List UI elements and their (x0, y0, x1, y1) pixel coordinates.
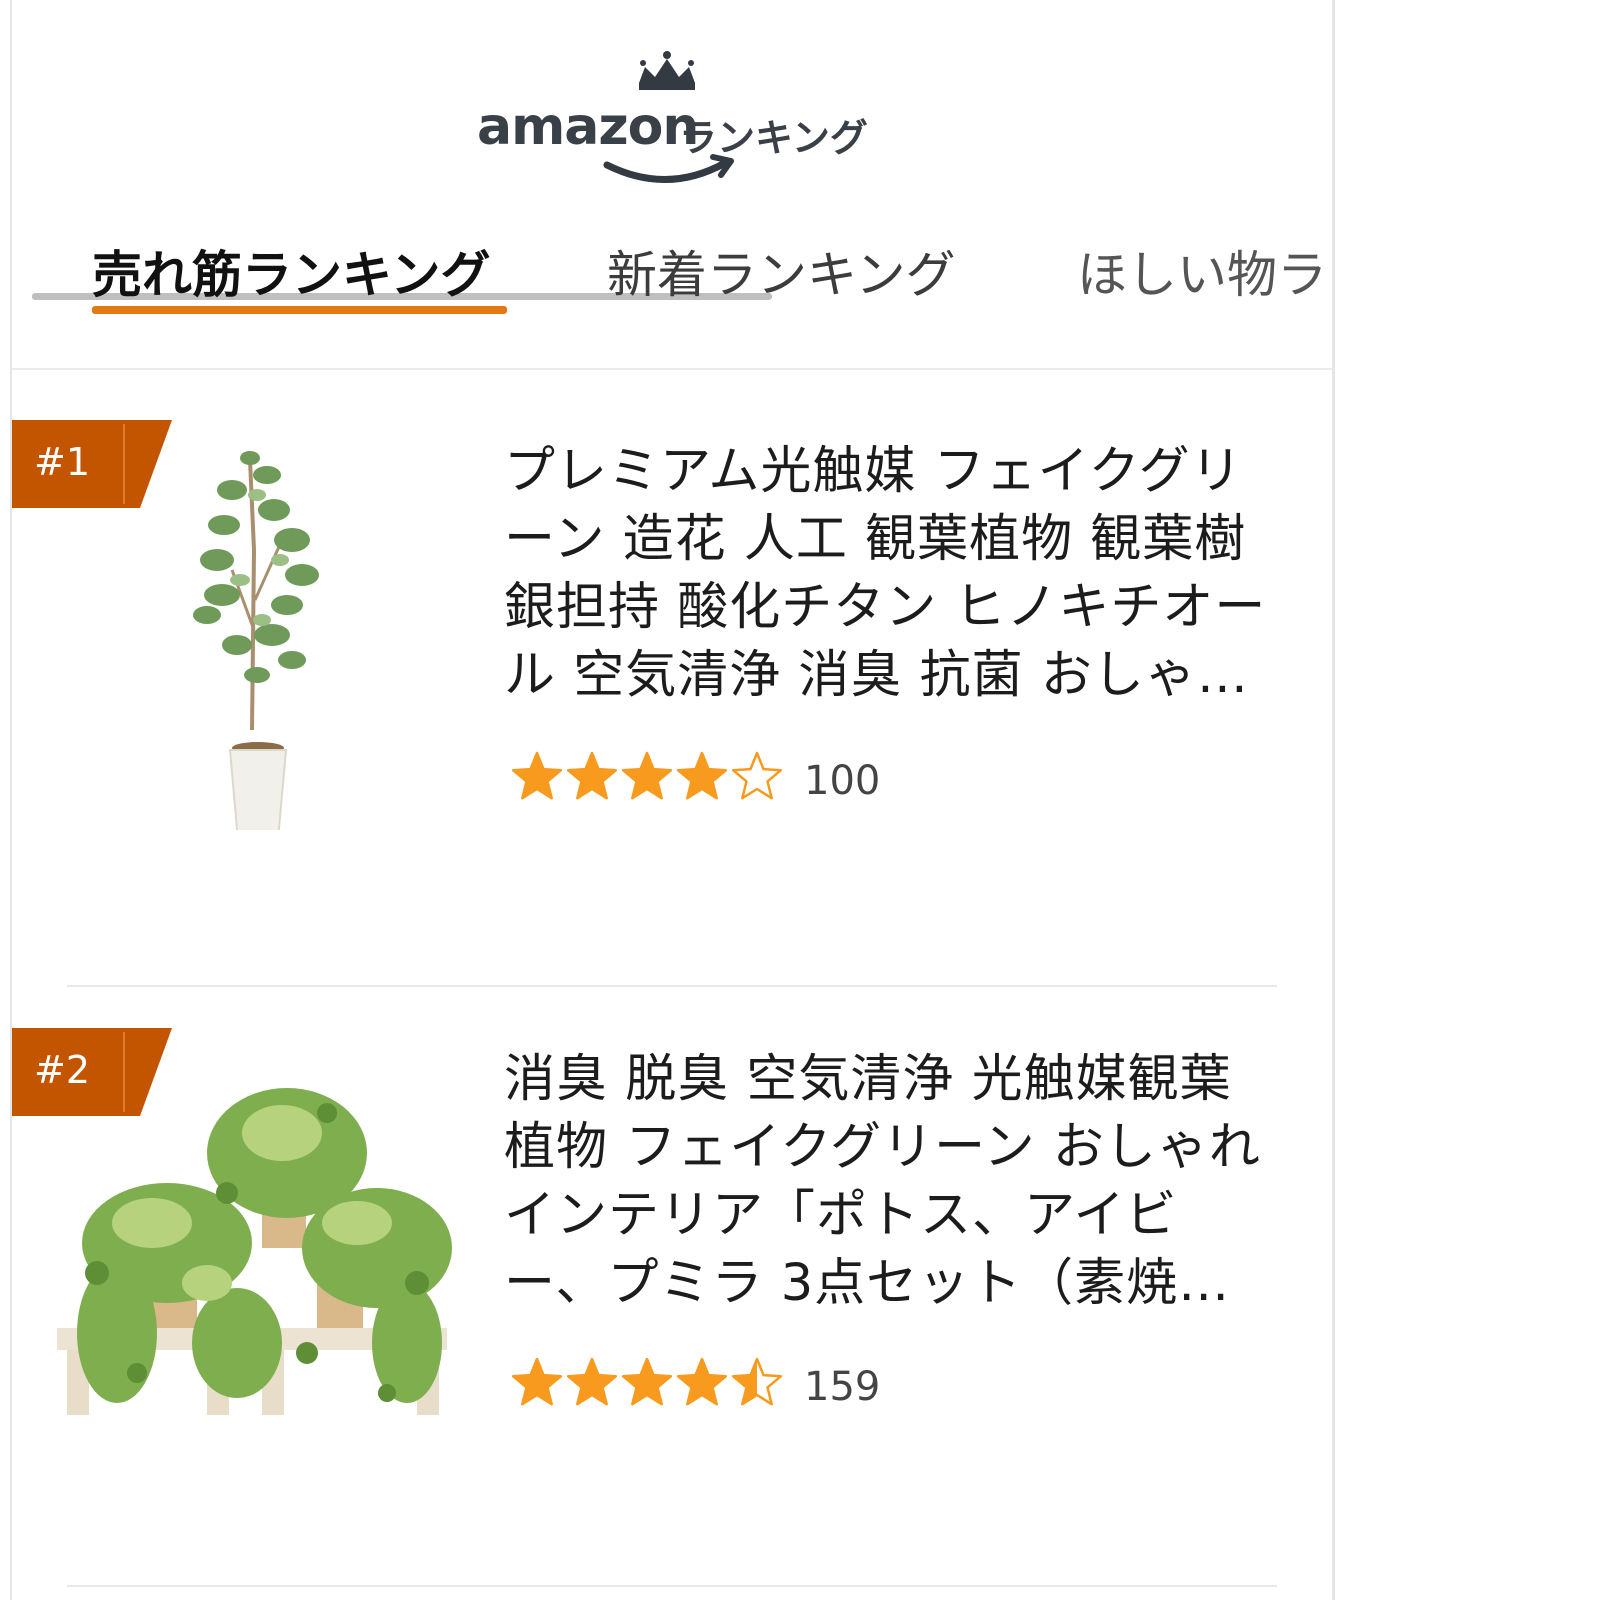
star-rating-icon (512, 1357, 783, 1406)
ranking-widget: amazon ランキング 売れ筋ランキング 新着ランキング ほしい物ラ #1 プ… (10, 0, 1335, 1600)
rank-number: #1 (34, 440, 91, 484)
star-full-icon (566, 751, 618, 800)
product-title-line: プレミアム光触媒 フェイクグリ (504, 442, 1243, 501)
divider (12, 368, 1332, 370)
potted-tree-icon[interactable] (162, 430, 362, 830)
product-title-line: ル 空気清浄 消臭 抗菌 おしゃ… (504, 646, 1249, 705)
product-title-line: 植物 フェイクグリーン おしゃれ (504, 1118, 1261, 1177)
ranking-item[interactable]: #2 消臭 脱臭 空気清浄 光触媒観葉 植物 フェイクグリーン おしゃれ インテ… (12, 1028, 1332, 1568)
product-title-line: 銀担持 酸化チタン ヒノキチオー (504, 578, 1267, 637)
star-full-icon (676, 751, 728, 800)
ranking-tabs: 売れ筋ランキング 新着ランキング ほしい物ラ (32, 220, 1332, 330)
review-count[interactable]: 159 (804, 1364, 880, 1410)
product-title[interactable]: 消臭 脱臭 空気清浄 光触媒観葉 植物 フェイクグリーン おしゃれ インテリア「… (504, 1046, 1284, 1318)
star-rating-icon (512, 751, 783, 800)
divider (67, 985, 1277, 987)
star-full-icon (621, 1357, 673, 1406)
logo-brand-text: amazon (477, 97, 699, 157)
amazon-ranking-logo[interactable]: amazon ランキング (467, 45, 887, 195)
product-title-line: 消臭 脱臭 空気清浄 光触媒観葉 (504, 1050, 1232, 1109)
star-full-icon (676, 1357, 728, 1406)
star-empty-icon (731, 751, 783, 800)
tab-wishlist[interactable]: ほしい物ラ (1077, 235, 1332, 307)
hanging-plants-set-icon[interactable] (57, 1073, 457, 1418)
active-tab-indicator (92, 306, 507, 314)
review-count[interactable]: 100 (804, 758, 880, 804)
product-title-line: ーン 造花 人工 観葉植物 観葉樹 (504, 510, 1247, 569)
tab-new-releases[interactable]: 新着ランキング (607, 235, 956, 307)
rank-badge: #1 (12, 420, 172, 508)
star-full-icon (512, 1357, 563, 1406)
star-full-icon (621, 751, 673, 800)
product-title-line: インテリア「ポトス、アイビ (504, 1186, 1178, 1245)
star-rating[interactable]: 100 (512, 750, 932, 810)
ranking-item[interactable]: #1 プレミアム光触媒 フェイクグリ ーン 造花 人工 観葉植物 観葉樹 銀担持… (12, 420, 1332, 970)
divider (67, 1585, 1277, 1587)
star-rating[interactable]: 159 (512, 1356, 932, 1416)
star-half-icon (731, 1357, 783, 1406)
product-title[interactable]: プレミアム光触媒 フェイクグリ ーン 造花 人工 観葉植物 観葉樹 銀担持 酸化… (504, 438, 1284, 710)
product-title-line: ー、プミラ 3点セット（素焼… (504, 1254, 1231, 1313)
star-full-icon (566, 1357, 618, 1406)
tab-bestsellers[interactable]: 売れ筋ランキング (92, 235, 491, 307)
star-full-icon (512, 751, 563, 800)
logo-subtitle-text: ランキング (679, 116, 868, 160)
